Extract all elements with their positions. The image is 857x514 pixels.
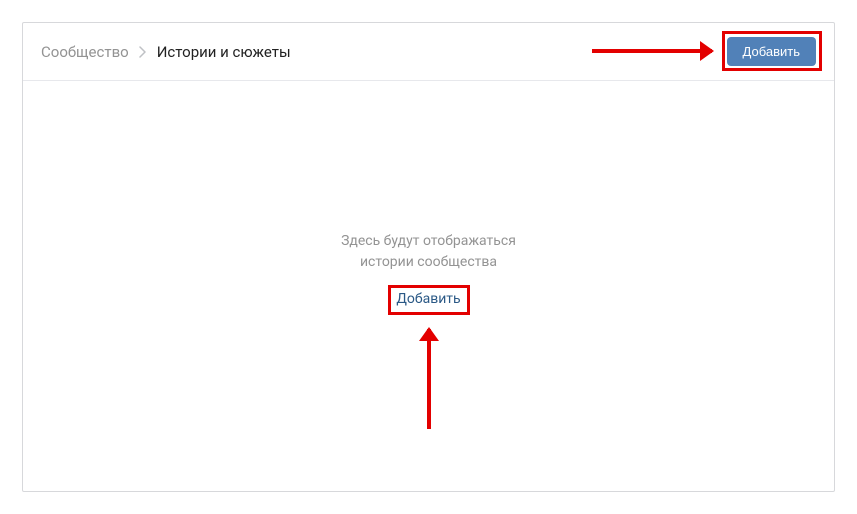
empty-state-line1: Здесь будут отображаться: [341, 231, 516, 252]
empty-state-text: Здесь будут отображаться истории сообщес…: [341, 231, 516, 273]
header: Сообщество Истории и сюжеты Добавить: [23, 23, 834, 81]
annotation-arrow: [427, 329, 431, 429]
breadcrumb-current: Истории и сюжеты: [157, 43, 291, 61]
content-area: Здесь будут отображаться истории сообщес…: [23, 81, 834, 493]
chevron-right-icon: [139, 46, 147, 58]
breadcrumb: Сообщество Истории и сюжеты: [41, 43, 727, 61]
add-button[interactable]: Добавить: [727, 37, 816, 66]
breadcrumb-parent-link[interactable]: Сообщество: [41, 43, 129, 61]
page-container: Сообщество Истории и сюжеты Добавить Зде…: [22, 22, 835, 492]
empty-state-line2: истории сообщества: [341, 252, 516, 273]
add-link[interactable]: Добавить: [390, 287, 466, 311]
